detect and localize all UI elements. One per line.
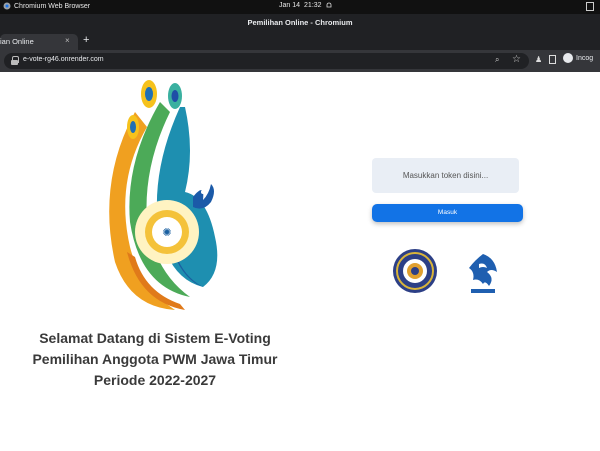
os-app-name: Chromium Web Browser (14, 2, 91, 10)
submit-button[interactable]: Masuk (372, 204, 523, 222)
os-top-bar: Chromium Web Browser Jan 14 21:32 (0, 0, 600, 14)
window-title: Pemilihan Online - Chromium (0, 14, 600, 32)
incognito-indicator[interactable]: Incog (563, 53, 593, 63)
search-icon[interactable]: ⌕ (495, 55, 499, 65)
os-time: 21:32 (304, 2, 322, 9)
os-app-menu[interactable]: Chromium Web Browser (3, 2, 90, 10)
svg-text:✺: ✺ (162, 226, 171, 239)
os-date: Jan 14 (279, 2, 301, 9)
incognito-icon (563, 53, 573, 63)
extensions-icon[interactable]: ♟ (535, 55, 542, 64)
browser-toolbar: e-vote-rg46.onrender.com ⌕ ☆ (0, 50, 600, 72)
bookmark-star-icon[interactable]: ☆ (512, 54, 521, 65)
tab-close-icon[interactable]: × (65, 36, 70, 45)
token-input[interactable] (372, 158, 519, 193)
tray-icon[interactable] (586, 2, 594, 11)
welcome-line-1: Selamat Datang di Sistem E-Voting (39, 330, 271, 346)
lock-icon-body (11, 60, 18, 65)
new-tab-button[interactable]: + (83, 34, 89, 46)
welcome-line-3: Periode 2022-2027 (93, 372, 217, 388)
tab-label: ian Online (0, 37, 34, 46)
side-panel-icon[interactable] (549, 55, 556, 64)
welcome-line-2: Pemilihan Anggota PWM Jawa Timur (32, 351, 278, 367)
url-text: e-vote-rg46.onrender.com (23, 56, 104, 63)
incognito-label: Incog (576, 54, 594, 62)
welcome-heading: Selamat Datang di Sistem E-Voting Pemili… (0, 328, 310, 391)
eagle-logo (469, 254, 497, 293)
tab-active[interactable]: ian Online × (0, 34, 78, 50)
peacock-logo: ✺ (109, 80, 218, 310)
bell-icon (326, 2, 331, 8)
tab-strip: ian Online × (0, 32, 600, 50)
address-bar[interactable]: e-vote-rg46.onrender.com ⌕ ☆ (4, 53, 529, 69)
os-clock[interactable]: Jan 14 21:32 (279, 2, 332, 9)
chromium-icon (3, 2, 11, 10)
muhammadiyah-seal-logo (393, 249, 437, 293)
